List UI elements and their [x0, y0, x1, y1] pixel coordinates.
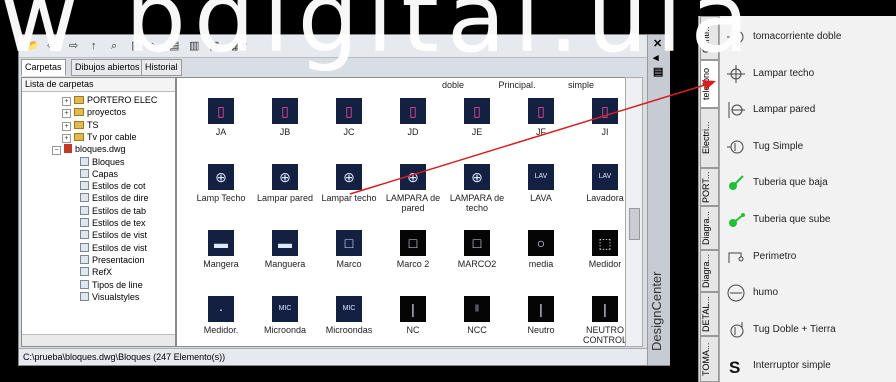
drag-arrow — [349, 80, 716, 195]
